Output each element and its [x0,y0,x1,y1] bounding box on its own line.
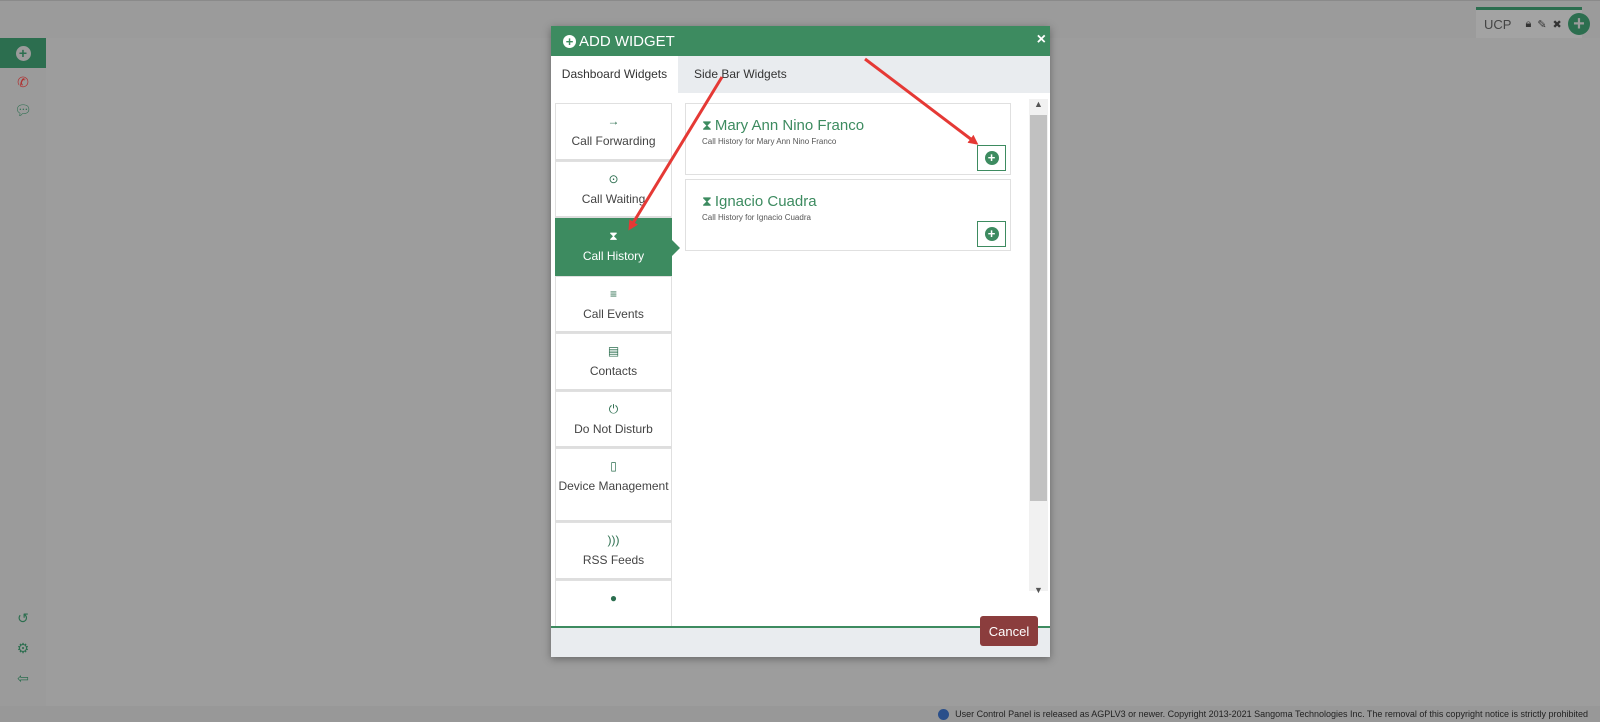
widget-card: ⧗ Ignacio Cuadra Call History for Ignacio… [685,179,1011,251]
scroll-up-icon[interactable]: ▲ [1034,99,1043,109]
widget-subtitle: Call History for Ignacio Cuadra [702,213,811,222]
copyright-text: User Control Panel is released as AGPLV3… [955,709,1588,719]
widget-title-text: Ignacio Cuadra [714,193,817,210]
plus-circle-icon: + [15,45,31,61]
scroll-down-icon[interactable]: ▼ [1034,585,1043,595]
category-call-waiting[interactable]: ⊙ Call Waiting [555,160,672,218]
widget-title: ⧗ Ignacio Cuadra [702,193,1010,210]
category-rss-feeds[interactable]: ))) RSS Feeds [555,522,672,580]
widget-list: ⧗ Mary Ann Nino Franco Call History for M… [685,103,1011,255]
add-widget-button[interactable]: + [977,145,1006,171]
category-do-not-disturb[interactable]: ⏻ Do Not Disturb [555,390,672,448]
modal-footer: Cancel [551,616,1050,657]
add-widget-button[interactable]: + [977,221,1006,247]
cancel-button[interactable]: Cancel [980,616,1038,646]
plus-circle-icon: + [984,227,999,241]
category-call-forwarding[interactable]: → Call Forwarding [555,103,672,161]
tab-side-bar-widgets[interactable]: Side Bar Widgets [694,56,787,93]
category-call-events[interactable]: ≡ Call Events [555,275,672,333]
category-label: Contacts [589,364,638,378]
hourglass-icon: ⧗ [702,117,712,133]
hourglass-icon: ⧗ [609,229,618,243]
widget-title-text: Mary Ann Nino Franco [714,117,865,134]
category-list: → Call Forwarding ⊙ Call Waiting ⧗ Call … [555,103,680,626]
widget-card: ⧗ Mary Ann Nino Franco Call History for M… [685,103,1011,175]
plus-circle-icon: + [563,34,576,48]
globe-icon [937,709,949,721]
phone-icon[interactable]: ✆ [0,74,46,91]
contact-card-icon: ▤ [607,344,620,358]
hourglass-icon: ⧗ [702,193,712,209]
category-call-history[interactable]: ⧗ Call History [555,218,680,276]
footer: User Control Panel is released as AGPLV3… [0,706,1600,722]
gear-icon[interactable]: ⚙ [0,640,46,657]
category-label: Call Events [583,306,644,321]
user-icon: ● [609,590,618,605]
scrollbar-thumb[interactable] [1030,115,1047,501]
category-label: RSS Feeds [582,553,645,567]
plus-circle-icon: + [984,151,999,165]
add-dashboard-button[interactable]: + [1568,13,1590,35]
modal-header: + ADD WIDGET × [551,26,1050,56]
arrow-right-icon: → [607,114,620,128]
power-icon: ⏻ [608,401,619,416]
logout-icon[interactable]: ⇦ [0,670,46,687]
modal-title: ADD WIDGET [579,32,675,50]
side-add-button[interactable]: + [0,38,46,68]
category-label: Call Waiting [581,191,646,206]
database-icon: ≡ [609,286,617,301]
dashboard-tab[interactable]: UCP 🔒︎ ✎ ✖ [1476,7,1582,39]
scrollbar[interactable]: ▲ ▼ [1029,99,1048,595]
category-label: Device Management [558,479,669,493]
mobile-icon: ▯ [610,459,617,473]
widget-title: ⧗ Mary Ann Nino Franco [702,117,1010,134]
widget-subtitle: Call History for Mary Ann Nino Franco [702,137,837,146]
clock-icon: ⊙ [608,171,619,186]
side-nav: + ✆ 💬︎ ↺ ⚙ ⇦ [0,38,46,722]
dashboard-tab-name: UCP [1484,17,1512,32]
modal-tabs: Dashboard Widgets Side Bar Widgets [551,56,1050,93]
close-icon[interactable]: ✖ [1553,18,1562,31]
category-contacts[interactable]: ▤ Contacts [555,333,672,391]
refresh-icon[interactable]: ↺ [0,610,46,627]
category-label: Call Forwarding [571,134,656,148]
pencil-icon[interactable]: ✎ [1537,18,1546,31]
category-device-management[interactable]: ▯ Device Management [555,448,672,522]
close-icon[interactable]: × [1037,31,1046,49]
lock-icon[interactable]: 🔒︎ [1525,18,1531,31]
category-more[interactable]: ● [555,579,672,626]
tab-dashboard-widgets[interactable]: Dashboard Widgets [551,56,678,93]
add-widget-modal: + ADD WIDGET × Dashboard Widgets Side Ba… [551,26,1050,657]
category-label: Do Not Disturb [574,421,653,436]
category-label: Call History [582,249,645,263]
chat-icon[interactable]: 💬︎ [0,102,46,119]
modal-body: → Call Forwarding ⊙ Call Waiting ⧗ Call … [551,93,1050,628]
rss-icon: ))) [607,533,620,547]
